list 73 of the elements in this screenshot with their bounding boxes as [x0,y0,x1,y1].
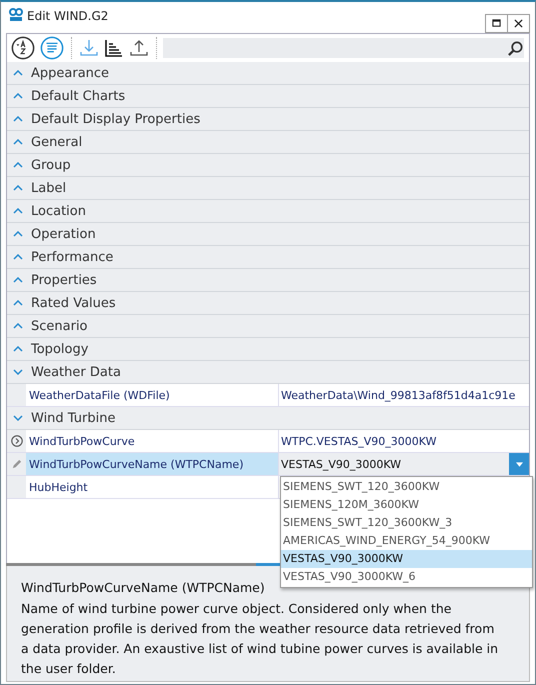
category-row[interactable]: General [7,131,529,154]
caret-down-icon[interactable] [516,462,522,466]
dropdown-button[interactable] [509,453,529,475]
property-name[interactable]: WeatherDataFile (WDFile) [26,384,279,406]
sort-alphabetical-button[interactable] [10,35,36,61]
chevron-down-icon[interactable] [13,415,23,421]
chevron-up-icon[interactable] [13,93,23,99]
category-row[interactable]: Rated Values [7,292,529,315]
maximize-icon[interactable] [492,19,501,28]
category-row[interactable]: Weather Data [7,361,529,384]
category-label: Properties [31,272,97,288]
chevron-up-icon[interactable] [13,254,23,260]
chevron-up-icon[interactable] [13,277,23,283]
chevron-up-icon[interactable] [13,208,23,214]
category-label: Topology [31,342,88,356]
category-label: Operation [31,226,96,242]
category-row[interactable]: Scenario [7,315,529,338]
category-label: Rated Values [31,296,116,310]
search-icon[interactable] [507,40,524,56]
property-name[interactable]: WindTurbPowCurve [26,430,279,452]
play-circle-icon [10,435,22,447]
category-row[interactable]: Wind Turbine [7,407,529,430]
category-label: Performance [31,250,114,264]
property-value[interactable]: WeatherData\Wind_99813af8f51d4a1c91e [281,388,529,402]
category-label: General [31,134,82,150]
chevron-up-icon[interactable] [13,323,23,329]
dropdown-option[interactable]: AMERICAS_WIND_ENERGY_54_900KW [281,532,532,550]
dropdown-option[interactable]: SIEMENS_SWT_120_3600KW [281,478,532,496]
chevron-up-icon[interactable] [13,300,23,306]
row-gutter [7,384,26,406]
category-row[interactable]: Location [7,200,529,223]
close-icon[interactable] [514,19,523,28]
property-name[interactable]: HubHeight [26,476,279,498]
category-row[interactable]: Performance [7,246,529,269]
property-value[interactable]: WTPC.VESTAS_V90_3000KW [281,434,529,448]
description-text: Name of wind turbine power curve object. Considered only when the generation profile is derived from the weather resource data retrieved from a data provider. An exaustive list of wind tubine power curves is available in the user folder. [21,600,499,678]
chevron-up-icon[interactable] [13,70,23,76]
dropdown-option[interactable]: SIEMENS_120M_3600KW [281,496,532,514]
property-name[interactable]: WindTurbPowCurveName (WTPCName) [26,453,279,475]
category-row[interactable]: Label [7,177,529,200]
category-label: Label [31,180,66,196]
category-label: Group [31,158,71,172]
dropdown-option[interactable]: SIEMENS_SWT_120_3600KW_3 [281,514,532,532]
pencil-icon [11,458,22,470]
close-button[interactable] [507,14,530,33]
chevron-up-icon[interactable] [13,139,23,145]
category-row[interactable]: Properties [7,269,529,292]
search-field[interactable] [163,38,524,58]
dropdown-option[interactable]: VESTAS_V90_3000KW_6 [281,568,532,586]
category-row[interactable]: Group [7,154,529,177]
maximize-button[interactable] [485,14,508,33]
category-label: Weather Data [31,364,121,380]
chevron-up-icon[interactable] [13,116,23,122]
window-title: Edit WIND.G2 [27,9,110,23]
chevron-up-icon[interactable] [13,185,23,191]
category-row[interactable]: Default Charts [7,85,529,108]
dropdown-option[interactable]: VESTAS_V90_3000KW [281,550,532,568]
category-label: Scenario [31,318,88,334]
category-label: Wind Turbine [31,410,116,426]
category-row[interactable]: Operation [7,223,529,246]
category-label: Location [31,204,86,218]
category-label: Default Charts [31,88,126,104]
chevron-down-icon[interactable] [13,369,23,375]
category-label: Appearance [31,66,110,80]
category-row[interactable]: Default Display Properties [7,108,529,131]
chevron-up-icon[interactable] [13,346,23,352]
category-label: Default Display Properties [31,112,200,126]
app-icon [9,8,23,22]
category-row[interactable]: Appearance [7,62,529,85]
chevron-up-icon[interactable] [13,162,23,168]
description-title: WindTurbPowCurveName (WTPCName) [21,580,266,595]
category-row[interactable]: Topology [7,338,529,361]
chevron-up-icon[interactable] [13,231,23,237]
